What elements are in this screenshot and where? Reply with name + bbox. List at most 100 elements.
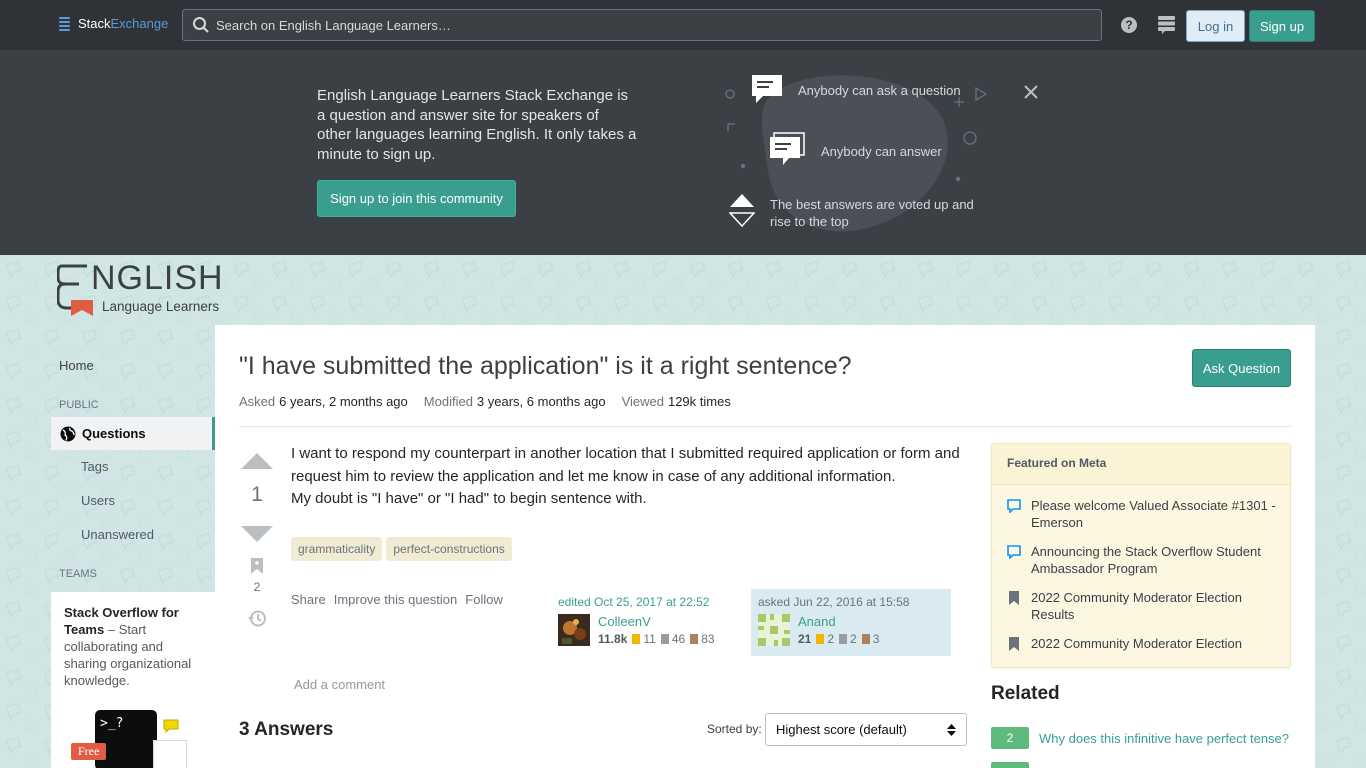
- editor-user-row: ColleenV 11.8k 11 46 83: [558, 614, 738, 646]
- downvote-icon[interactable]: [240, 525, 274, 543]
- feature-voted: The best answers are voted up and rise t…: [729, 193, 979, 230]
- answer-bubbles-icon: [770, 132, 805, 165]
- sidebar-item-questions[interactable]: Questions: [51, 417, 215, 450]
- editor-info: ColleenV 11.8k 11 46 83: [598, 614, 715, 646]
- select-arrows-icon: [947, 723, 956, 736]
- featured-item[interactable]: 2022 Community Moderator Election Result…: [1007, 589, 1277, 623]
- top-bar: StackExchange ? Log in Sign up: [0, 0, 1366, 50]
- close-icon[interactable]: [1022, 83, 1040, 101]
- logo-stack-text: Stack: [78, 16, 111, 31]
- question-body-paragraph: My doubt is "I have" or "I had" to begin…: [291, 490, 647, 507]
- search-input[interactable]: [216, 17, 1101, 33]
- post-menu: Share Improve this question Follow: [291, 592, 503, 607]
- question-title[interactable]: "I have submitted the application" is it…: [239, 352, 852, 381]
- related-item[interactable]: 2 Why does this infinitive have perfect …: [991, 727, 1289, 749]
- decor-dot-icon: [955, 176, 961, 182]
- avatar[interactable]: [558, 614, 590, 646]
- sidebar-item-questions-label: Questions: [82, 426, 146, 441]
- bookmark-count: 2: [253, 580, 261, 594]
- follow-link[interactable]: Follow: [465, 592, 503, 607]
- avatar[interactable]: [758, 614, 790, 646]
- site-switcher-icon[interactable]: [1158, 16, 1175, 34]
- related-score: 2: [991, 727, 1029, 749]
- terminal-text: >_?: [100, 716, 124, 731]
- bronze-badges: 83: [690, 632, 715, 646]
- logo-tagline: Language Learners: [102, 299, 219, 314]
- asked-timestamp[interactable]: asked Jun 22, 2016 at 15:58: [758, 595, 944, 609]
- feature-answer: Anybody can answer: [769, 132, 942, 166]
- meta-viewed: Viewed 129k times: [621, 394, 731, 409]
- left-sidebar: Home PUBLIC Questions Tags Users Unanswe…: [51, 340, 215, 768]
- speech-bubble-icon: [752, 75, 782, 103]
- main-content: "I have submitted the application" is it…: [215, 325, 1315, 768]
- add-comment-link[interactable]: Add a comment: [294, 677, 385, 692]
- tag-perfect-constructions[interactable]: perfect-constructions: [386, 537, 512, 561]
- decor-ring-icon: [963, 131, 977, 145]
- edited-timestamp[interactable]: edited Oct 25, 2017 at 22:52: [558, 595, 738, 609]
- vote-count: 1: [251, 483, 263, 506]
- feature-voted-text: The best answers are voted up and rise t…: [770, 197, 974, 229]
- blog-speech-icon: [1007, 545, 1021, 559]
- featured-heading: Featured on Meta: [992, 444, 1290, 485]
- featured-item[interactable]: 2022 Community Moderator Election: [1007, 635, 1277, 652]
- editor-name[interactable]: ColleenV: [598, 614, 715, 629]
- feature-answer-text: Anybody can answer: [821, 144, 942, 159]
- asker-reputation: 21: [798, 632, 812, 646]
- improve-question-link[interactable]: Improve this question: [334, 592, 458, 607]
- login-button[interactable]: Log in: [1186, 10, 1245, 42]
- sidebar-item-unanswered[interactable]: Unanswered: [81, 527, 154, 542]
- silver-badges: 2: [839, 632, 857, 646]
- editor-stats: 11.8k 11 46 83: [598, 632, 715, 646]
- stackexchange-icon: [59, 16, 70, 31]
- decor-corner-icon: [727, 123, 735, 131]
- decor-dot-icon: [740, 163, 746, 169]
- svg-text:?: ?: [1125, 18, 1132, 32]
- asker-user-row: Anand 21 2 2 3: [758, 614, 944, 646]
- meta-modified: Modified 3 years, 6 months ago: [423, 394, 606, 409]
- featured-item[interactable]: Please welcome Valued Associate #1301 - …: [1007, 497, 1277, 531]
- ell-site-logo[interactable]: NGLISH Language Learners: [57, 262, 222, 318]
- asker-name[interactable]: Anand: [798, 614, 879, 629]
- bronze-badges: 3: [861, 632, 879, 646]
- featured-item[interactable]: Announcing the Stack Overflow Student Am…: [1007, 543, 1277, 577]
- history-icon[interactable]: [248, 609, 267, 628]
- owner-signature: asked Jun 22, 2016 at 15:58 Anand 21 2 2…: [751, 589, 951, 656]
- search-box[interactable]: [182, 9, 1102, 41]
- logo-word: NGLISH: [91, 262, 222, 297]
- sort-label: Sorted by:: [707, 722, 762, 736]
- signup-banner: English Language Learners Stack Exchange…: [0, 50, 1366, 255]
- help-icon[interactable]: ?: [1120, 16, 1138, 34]
- ask-question-button[interactable]: Ask Question: [1192, 349, 1291, 387]
- teams-promo: Stack Overflow for Teams – Start collabo…: [51, 592, 215, 768]
- answers-count-heading: 3 Answers: [239, 719, 334, 740]
- related-link[interactable]: Why does this infinitive have perfect te…: [1039, 731, 1289, 746]
- decor-circle-icon: [725, 89, 735, 99]
- feature-ask-text: Anybody can ask a question: [798, 83, 961, 98]
- globe-icon: [60, 426, 76, 441]
- question-body: I want to respond my counterpart in anot…: [291, 443, 961, 511]
- sidebar-item-tags[interactable]: Tags: [81, 459, 108, 474]
- join-community-button[interactable]: Sign up to join this community: [317, 180, 516, 217]
- question-meta: Asked 6 years, 2 months ago Modified 3 yea…: [239, 394, 731, 409]
- stackexchange-logo[interactable]: Stack Exchange: [59, 16, 168, 31]
- chart-card: [153, 740, 187, 768]
- upvote-icon[interactable]: [240, 452, 274, 470]
- share-link[interactable]: Share: [291, 592, 326, 607]
- tag-grammaticality[interactable]: grammaticality: [291, 537, 383, 561]
- bookmark-icon[interactable]: [250, 557, 264, 575]
- vote-arrows-icon: [729, 194, 755, 228]
- sidebar-item-users[interactable]: Users: [81, 493, 115, 508]
- blog-speech-icon: [1007, 499, 1021, 513]
- question-tags: grammaticality perfect-constructions: [291, 537, 512, 561]
- answer-sort-select[interactable]: Highest score (default): [765, 713, 967, 746]
- signup-button[interactable]: Sign up: [1249, 10, 1315, 42]
- related-score-partial: [991, 762, 1029, 768]
- sidebar-item-home[interactable]: Home: [59, 358, 94, 373]
- editor-reputation: 11.8k: [598, 632, 628, 646]
- chat-bubble-icon: [163, 719, 179, 733]
- banner-blurb: English Language Learners Stack Exchange…: [317, 87, 637, 163]
- silver-badges: 46: [660, 632, 685, 646]
- search-icon: [193, 17, 209, 33]
- asker-info: Anand 21 2 2 3: [798, 614, 879, 646]
- asker-stats: 21 2 2 3: [798, 632, 879, 646]
